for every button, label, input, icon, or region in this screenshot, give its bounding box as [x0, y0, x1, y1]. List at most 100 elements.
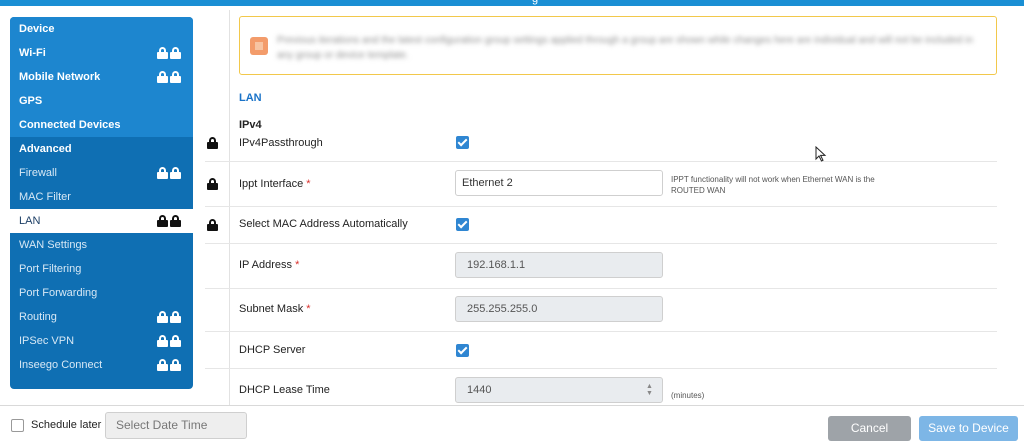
- sidebar-item-label: GPS: [19, 95, 43, 107]
- notice-text: Previous iterations and the latest confi…: [277, 35, 974, 61]
- lock-icon: [157, 71, 168, 83]
- title-bar: g: [0, 0, 1024, 6]
- warning-icon: [250, 37, 268, 55]
- sidebar-item-device[interactable]: Device: [10, 17, 193, 41]
- sidebar-item-advanced[interactable]: Advanced: [10, 137, 193, 161]
- lock-icon: [170, 359, 181, 371]
- sidebar-item-connected-devices[interactable]: Connected Devices: [10, 113, 193, 137]
- sidebar-basic-group: Device Wi-Fi Mobile Network GPS Connecte…: [10, 17, 193, 137]
- field-label: DHCP Lease Time: [239, 384, 330, 396]
- sidebar-item-firewall[interactable]: Firewall: [10, 161, 193, 185]
- sidebar-item-label: Connected Devices: [19, 119, 121, 131]
- field-label: Select MAC Address Automatically: [239, 218, 408, 230]
- unit-label: (minutes): [671, 391, 705, 400]
- required-mark: *: [306, 178, 311, 190]
- sidebar-item-mobile-network[interactable]: Mobile Network: [10, 65, 193, 89]
- dhcp-lease-time-input[interactable]: 1440 ▲ ▼: [455, 377, 663, 403]
- field-label: Ippt Interface *: [239, 178, 311, 190]
- lock-icon: [157, 359, 168, 371]
- subsection-title: IPv4: [239, 119, 262, 131]
- sidebar-item-label: IPSec VPN: [19, 335, 75, 347]
- required-mark: *: [306, 303, 311, 315]
- select-mac-checkbox[interactable]: [456, 218, 469, 231]
- lock-icon: [170, 47, 181, 59]
- lock-icon: [207, 178, 218, 190]
- sidebar-item-lan[interactable]: LAN: [10, 209, 193, 233]
- row-ippt-interface: Ippt Interface * Ethernet 2 IPPT functio…: [205, 162, 997, 206]
- lock-icon-pair: [157, 215, 182, 227]
- sidebar-item-label: Port Forwarding: [19, 287, 98, 299]
- sidebar-item-label: Advanced: [19, 143, 72, 155]
- field-label-text: Ippt Interface: [239, 178, 304, 190]
- lock-icon-pair: [157, 71, 182, 83]
- lock-icon: [207, 219, 218, 231]
- dhcp-server-checkbox[interactable]: [456, 344, 469, 357]
- info-notice: Previous iterations and the latest confi…: [239, 16, 997, 75]
- date-time-input[interactable]: Select Date Time: [105, 412, 247, 439]
- row-subnet-mask: Subnet Mask * 255.255.255.0: [205, 289, 997, 331]
- sidebar-item-inseego-connect[interactable]: Inseego Connect: [10, 353, 193, 377]
- row-dhcp-lease-time: DHCP Lease Time 1440 ▲ ▼ (minutes): [205, 369, 997, 405]
- sidebar-item-port-filtering[interactable]: Port Filtering: [10, 257, 193, 281]
- field-label: IPv4Passthrough: [239, 137, 323, 149]
- row-ip-address: IP Address * 192.168.1.1: [205, 244, 997, 288]
- lock-icon: [157, 47, 168, 59]
- lock-icon-pair: [157, 47, 182, 59]
- footer-bar: Schedule later Select Date Time Cancel S…: [0, 405, 1024, 444]
- lock-icon-pair: [157, 167, 182, 179]
- row-select-mac: Select MAC Address Automatically: [205, 207, 997, 243]
- window-title: g: [532, 0, 552, 5]
- lock-icon-pair: [157, 359, 182, 371]
- sidebar-item-mac-filter[interactable]: MAC Filter: [10, 185, 193, 209]
- sidebar-item-label: Mobile Network: [19, 71, 101, 83]
- sidebar-item-label: LAN: [19, 215, 41, 227]
- schedule-later-label: Schedule later: [31, 419, 102, 431]
- sidebar-item-label: Port Filtering: [19, 263, 82, 275]
- sidebar-item-label: Firewall: [19, 167, 57, 179]
- lock-icon: [170, 215, 181, 227]
- lock-icon-pair: [157, 335, 182, 347]
- lock-icon: [157, 167, 168, 179]
- field-label-text: IP Address: [239, 259, 292, 271]
- ippt-hint: IPPT functionality will not work when Et…: [671, 175, 875, 195]
- sidebar-nav: Device Wi-Fi Mobile Network GPS Connecte…: [10, 17, 193, 389]
- sidebar-item-wan-settings[interactable]: WAN Settings: [10, 233, 193, 257]
- ipv4-passthrough-checkbox[interactable]: [456, 136, 469, 149]
- subnet-mask-input[interactable]: 255.255.255.0: [455, 296, 663, 322]
- sidebar-item-label: Wi-Fi: [19, 47, 46, 59]
- sidebar-item-port-forwarding[interactable]: Port Forwarding: [10, 281, 193, 305]
- dhcp-lease-time-value: 1440: [467, 384, 492, 396]
- sidebar-item-label: MAC Filter: [19, 191, 71, 203]
- field-label-text: Subnet Mask: [239, 303, 304, 315]
- lock-icon: [170, 335, 181, 347]
- save-to-device-button[interactable]: Save to Device: [919, 416, 1018, 441]
- lock-icon: [157, 311, 168, 323]
- field-label: DHCP Server: [239, 344, 306, 356]
- sidebar-advanced-group: Advanced Firewall MAC Filter LAN WAN Set…: [10, 137, 193, 377]
- sidebar-item-wifi[interactable]: Wi-Fi: [10, 41, 193, 65]
- mouse-cursor-icon: [815, 146, 827, 162]
- cancel-button[interactable]: Cancel: [828, 416, 911, 441]
- field-label: IP Address *: [239, 259, 299, 271]
- field-label: Subnet Mask *: [239, 303, 311, 315]
- sidebar-item-ipsec-vpn[interactable]: IPSec VPN: [10, 329, 193, 353]
- spinner-icon[interactable]: ▲ ▼: [646, 383, 653, 397]
- sidebar-item-label: Device: [19, 23, 55, 35]
- row-dhcp-server: DHCP Server: [205, 332, 997, 368]
- ip-address-input[interactable]: 192.168.1.1: [455, 252, 663, 278]
- lock-icon: [157, 215, 168, 227]
- sidebar-item-gps[interactable]: GPS: [10, 89, 193, 113]
- row-ipv4-passthrough: IPv4Passthrough: [205, 133, 997, 161]
- sidebar-item-label: Routing: [19, 311, 57, 323]
- required-mark: *: [295, 259, 300, 271]
- lock-icon: [170, 311, 181, 323]
- sidebar-item-label: WAN Settings: [19, 239, 88, 251]
- schedule-later-checkbox[interactable]: [11, 419, 24, 432]
- sidebar-item-routing[interactable]: Routing: [10, 305, 193, 329]
- lock-icon: [157, 335, 168, 347]
- ippt-interface-input[interactable]: Ethernet 2: [455, 170, 663, 196]
- lock-icon-pair: [157, 311, 182, 323]
- lock-icon: [207, 137, 218, 149]
- section-title: LAN: [239, 92, 262, 104]
- lock-icon: [170, 167, 181, 179]
